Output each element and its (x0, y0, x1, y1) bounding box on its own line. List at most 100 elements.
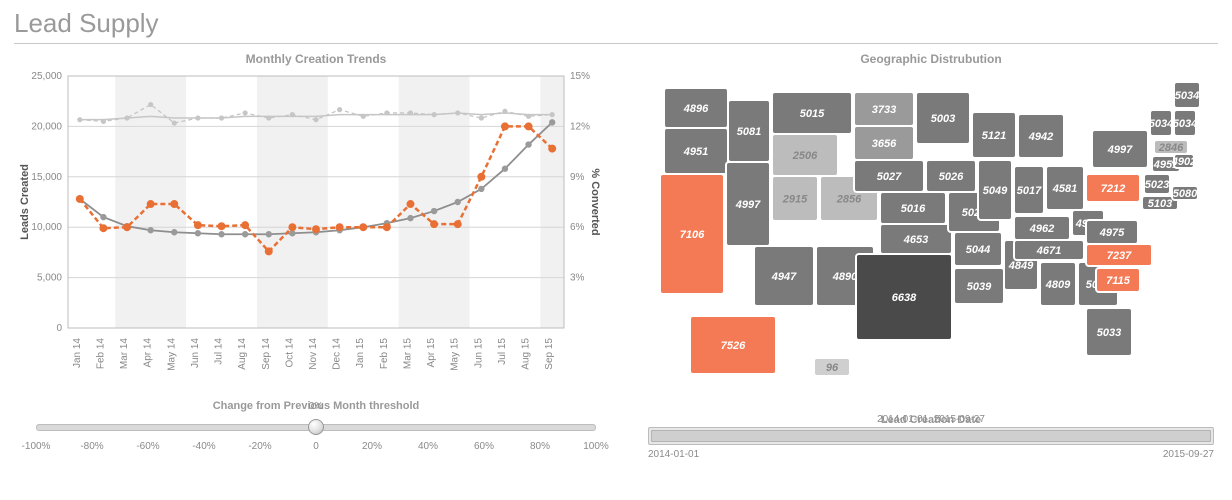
date-end-label: 2015-09-27 (1163, 449, 1214, 460)
state-value-WA: 4896 (683, 103, 709, 115)
state-value-MT: 5015 (800, 108, 825, 120)
svg-text:Nov 14: Nov 14 (308, 338, 319, 370)
svg-text:Jul 14: Jul 14 (214, 338, 225, 365)
state-value-AL: 4809 (1045, 279, 1071, 291)
state-value-TX: 6638 (892, 292, 917, 304)
state-value-NJ: 5023 (1145, 179, 1169, 191)
svg-text:% Converted: % Converted (589, 168, 601, 235)
threshold-slider-ticks: -100%-80%-60%-40%-20%020%40%60%80%100% (36, 441, 596, 457)
threshold-tick: -100% (22, 441, 51, 452)
state-value-NY: 4997 (1107, 144, 1133, 156)
state-value-IN: 5017 (1017, 185, 1042, 197)
threshold-tick: -60% (136, 441, 159, 452)
state-value-DE: 5080 (1173, 188, 1198, 200)
geo-panel: Geographic Distrubution 4896 4951 7106 4997… (644, 52, 1218, 460)
threshold-slider-block: Change from Previous Month threshold 0% … (14, 400, 618, 457)
state-value-OR: 4951 (683, 146, 708, 158)
state-value-MN: 5003 (931, 113, 955, 125)
state-value-TN: 4671 (1036, 245, 1061, 257)
geo-map[interactable]: 4896 4951 7106 4997 5081 5015 2506 2915 2856 4947… (644, 70, 1218, 390)
date-start-label: 2014-01-01 (648, 449, 699, 460)
divider (14, 43, 1218, 44)
state-value-AR: 5044 (966, 244, 990, 256)
state-value-FL: 5033 (1097, 327, 1121, 339)
date-slider-block: Lead Creation Date 2014-01-01..2015-09-2… (644, 414, 1218, 460)
svg-text:Mar 15: Mar 15 (402, 338, 413, 370)
trends-chart[interactable]: 05,00010,00015,00020,00025,0003%6%9%12%1… (14, 70, 618, 390)
threshold-tick: -40% (192, 441, 215, 452)
date-slider[interactable] (648, 427, 1214, 445)
svg-text:Oct 14: Oct 14 (284, 338, 295, 368)
state-value-MA: 2846 (1158, 142, 1184, 154)
state-value-OH: 4581 (1052, 183, 1077, 195)
state-value-NV: 4997 (735, 199, 761, 211)
threshold-tick: 0 (313, 441, 319, 452)
state-value-KY: 4962 (1029, 223, 1054, 235)
state-value-ID: 5081 (737, 126, 761, 138)
threshold-tick: -80% (80, 441, 103, 452)
svg-text:May 14: May 14 (166, 338, 177, 371)
state-value-AZ: 4947 (771, 271, 797, 283)
threshold-tick: 40% (418, 441, 438, 452)
state-value-AK: 7526 (721, 340, 746, 352)
trends-panel: Monthly Creation Trends 05,00010,00015,0… (14, 52, 618, 460)
state-value-WI: 5121 (982, 130, 1006, 142)
svg-text:6%: 6% (570, 222, 585, 233)
date-range-label: 2014-01-01..2015-09-27 (648, 414, 1214, 425)
state-value-HI: 96 (826, 362, 839, 374)
svg-text:25,000: 25,000 (31, 71, 62, 82)
state-value-NH: 5034 (1173, 118, 1197, 130)
svg-text:Apr 14: Apr 14 (143, 338, 154, 368)
state-value-PA: 7212 (1101, 183, 1125, 195)
svg-text:9%: 9% (570, 172, 585, 183)
state-value-NC: 7237 (1107, 250, 1132, 262)
svg-text:15,000: 15,000 (31, 172, 62, 183)
state-value-ME: 5034 (1175, 90, 1199, 102)
svg-text:Feb 14: Feb 14 (95, 338, 106, 370)
page-title: Lead Supply (14, 8, 1218, 39)
svg-text:Dec 14: Dec 14 (332, 338, 343, 370)
state-value-SC: 7115 (1106, 275, 1131, 287)
state-value-CA: 7106 (680, 229, 705, 241)
trends-title: Monthly Creation Trends (14, 52, 618, 66)
geo-title: Geographic Distrubution (644, 52, 1218, 66)
state-value-CO: 2856 (836, 194, 862, 206)
svg-text:Mar 14: Mar 14 (119, 338, 130, 370)
state-value-NM: 4890 (832, 271, 858, 283)
threshold-slider[interactable] (36, 415, 596, 439)
state-value-VA: 4975 (1099, 227, 1125, 239)
state-value-NE: 5027 (877, 171, 902, 183)
svg-text:3%: 3% (570, 273, 585, 284)
svg-text:Leads Created: Leads Created (19, 164, 31, 240)
state-value-OK: 4653 (903, 234, 928, 246)
state-value-VT: 5034 (1149, 118, 1173, 130)
svg-text:Feb 15: Feb 15 (379, 338, 390, 370)
state-value-MI: 4942 (1028, 131, 1053, 143)
threshold-tick: -20% (248, 441, 271, 452)
svg-text:20,000: 20,000 (31, 121, 62, 132)
state-value-MS: 4849 (1008, 260, 1034, 272)
state-value-RI: 4902 (1171, 156, 1196, 168)
svg-text:0: 0 (56, 323, 62, 334)
svg-text:Apr 15: Apr 15 (426, 338, 437, 368)
svg-text:Aug 14: Aug 14 (237, 338, 248, 370)
svg-text:Jan 15: Jan 15 (355, 338, 366, 368)
svg-text:Jan 14: Jan 14 (72, 338, 83, 368)
geo-svg: 4896 4951 7106 4997 5081 5015 2506 2915 2856 4947… (644, 70, 1204, 390)
state-value-MD: 5103 (1148, 198, 1172, 210)
threshold-slider-handle[interactable] (308, 419, 324, 435)
svg-text:10,000: 10,000 (31, 222, 62, 233)
state-value-WY: 2506 (792, 150, 818, 162)
svg-text:12%: 12% (570, 121, 590, 132)
state-value-ND: 3733 (872, 104, 896, 116)
svg-text:Jun 14: Jun 14 (190, 338, 201, 368)
svg-text:May 15: May 15 (450, 338, 461, 371)
threshold-center-label: 0% (309, 401, 323, 412)
svg-text:Sep 14: Sep 14 (261, 338, 272, 370)
dashboard-root: Lead Supply Monthly Creation Trends 05,0… (0, 0, 1232, 472)
state-value-IA: 5026 (939, 171, 964, 183)
svg-text:Jul 15: Jul 15 (497, 338, 508, 365)
state-value-KS: 5016 (901, 203, 926, 215)
state-value-UT: 2915 (782, 194, 808, 206)
state-value-LA: 5039 (967, 281, 992, 293)
